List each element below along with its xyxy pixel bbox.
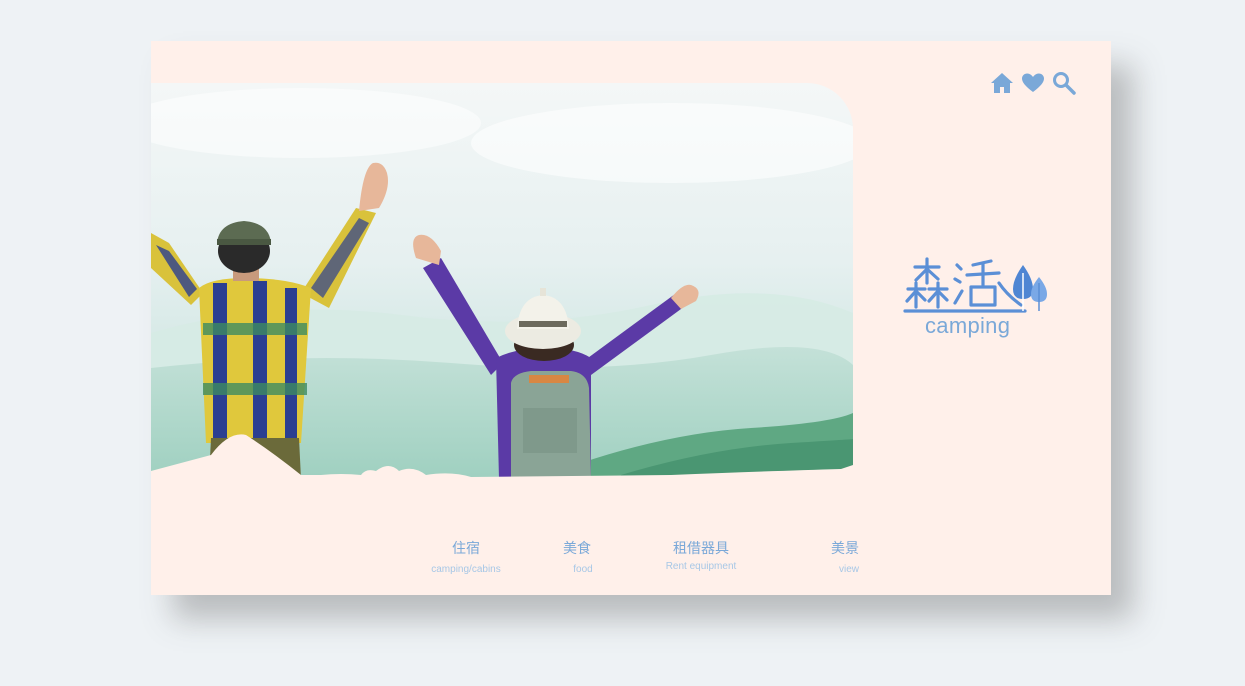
brand-logo[interactable]: camping <box>903 253 1053 343</box>
nav-label: 美景 <box>831 541 859 557</box>
nav-item-view[interactable]: 美景 view <box>817 538 873 575</box>
hero-image <box>151 83 853 479</box>
nav-sublabel: Rent equipment <box>665 561 737 572</box>
nav-sublabel: food <box>573 564 593 575</box>
nav-label: 租借器具 <box>673 541 729 557</box>
nav-label: 美食 <box>563 541 591 557</box>
search-icon[interactable] <box>1051 70 1077 96</box>
heart-icon[interactable] <box>1020 70 1046 96</box>
nav-item-lodging[interactable]: 住宿 camping/cabins <box>421 538 511 575</box>
nav-item-rent-equipment[interactable]: 租借器具 Rent equipment <box>657 538 745 572</box>
nav-item-food[interactable]: 美食 food <box>547 538 607 575</box>
nav-label: 住宿 <box>452 541 480 557</box>
header-icon-bar <box>989 70 1079 96</box>
home-icon[interactable] <box>989 70 1015 96</box>
landing-card: camping 住宿 camping/cabins 美食 food 租借器具 R… <box>151 41 1111 595</box>
nav-sublabel: view <box>838 564 859 575</box>
logo-subtitle: camping <box>925 313 1011 338</box>
nav-sublabel: camping/cabins <box>431 564 501 575</box>
